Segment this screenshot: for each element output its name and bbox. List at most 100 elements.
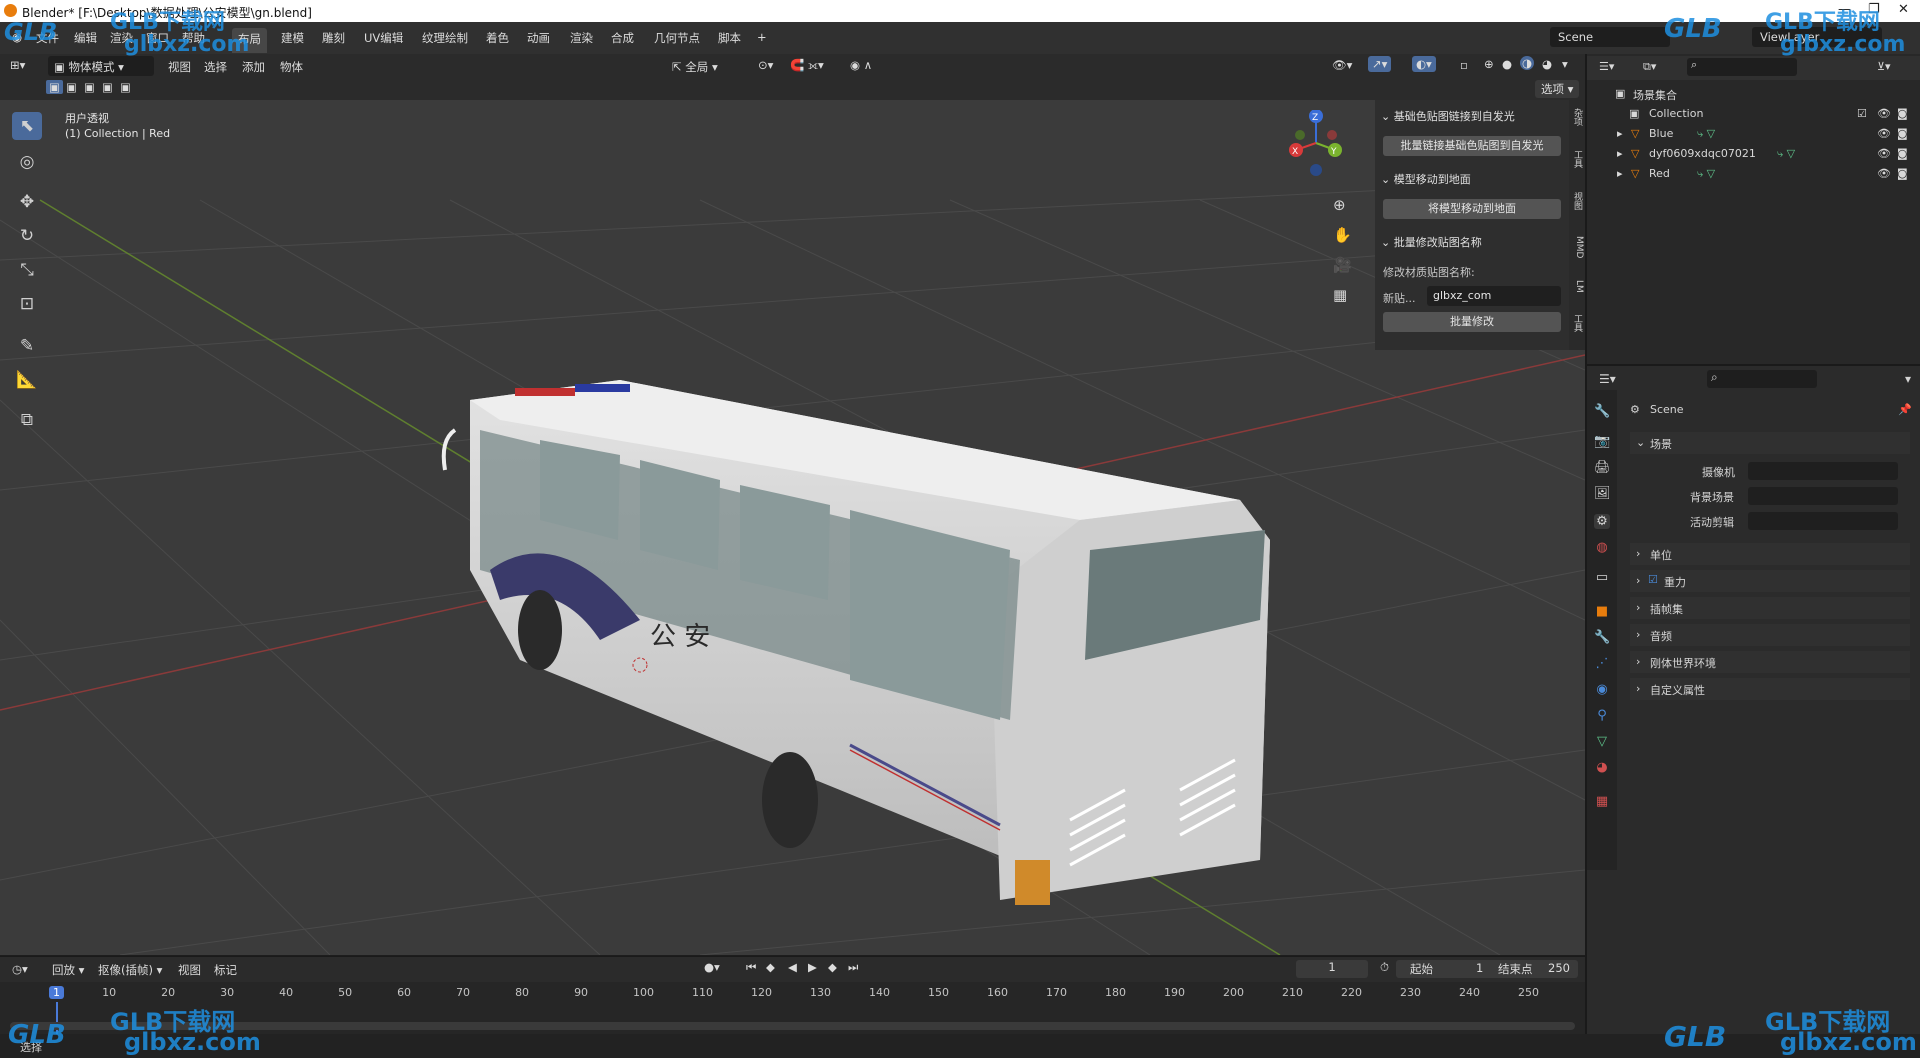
workspace-tab-rendering[interactable]: 渲染 [570,30,593,46]
xray-icon[interactable]: ▫ [1460,58,1468,72]
select-box-tool-icon[interactable]: ⬉ [12,112,42,140]
prev-keyframe-icon[interactable]: ◆ [766,960,775,974]
timeline-area[interactable]: 1 10 20 30 40 50 60 70 80 90 100 110 120 130 140 150 160… [0,982,1585,1034]
camera-icon[interactable]: ◙ [1897,147,1908,160]
snap-icon[interactable]: 🧲 ⟗▾ [790,58,824,73]
menu-view[interactable]: 视图 [168,59,191,75]
particles-props-icon[interactable]: ⋰ [1594,656,1610,671]
sidebar-tab-view[interactable]: 视图 [1570,192,1584,210]
play-reverse-icon[interactable]: ◀ [788,960,797,974]
eye-icon[interactable]: 👁 [1877,107,1891,120]
expand-arrow-icon[interactable]: ▸ [1617,127,1623,140]
properties-search-input[interactable]: ⌕ [1707,370,1817,388]
transform-tool-icon[interactable]: ⊡ [12,290,42,318]
menu-playback[interactable]: 回放 ▾ [52,962,84,978]
camera-icon[interactable]: ◙ [1897,167,1908,180]
material-shading-icon[interactable]: ◑ [1520,56,1535,70]
scene-collection-row[interactable]: ▣ 场景集合 [1587,84,1920,104]
filter-icon[interactable]: ⊻▾ [1877,60,1891,73]
outliner-row-collection[interactable]: ▣ Collection ☑ 👁 ◙ [1587,104,1920,124]
select-new-icon[interactable]: ▣ [46,80,63,94]
select-subtract-icon[interactable]: ▣ [84,80,95,94]
workspace-tab-uv[interactable]: UV编辑 [364,30,403,46]
menu-object[interactable]: 物体 [280,59,303,75]
section-audio[interactable]: › 音频 [1630,624,1910,646]
workspace-tab-compositing[interactable]: 合成 [611,30,634,46]
sidebar-tab-mmd[interactable]: MMD [1570,236,1584,258]
workspace-tab-shading[interactable]: 着色 [486,30,509,46]
outliner-row-red[interactable]: ▸ ▽ Red ⤷ ▽ 👁 ◙ [1587,164,1920,184]
section-units[interactable]: › 单位 [1630,543,1910,565]
add-workspace-button[interactable]: + [757,30,767,44]
link-basecolor-emission-button[interactable]: 批量链接基础色贴图到自发光 [1383,136,1561,156]
select-extend-icon[interactable]: ▣ [66,80,77,94]
start-frame-field[interactable]: 起始 1 [1396,960,1502,978]
gravity-checkbox-icon[interactable]: ☑ [1648,573,1658,586]
texture-props-icon[interactable]: ▦ [1594,794,1610,809]
jump-end-icon[interactable]: ⏭ [848,960,858,975]
workspace-tab-animation[interactable]: 动画 [527,30,550,46]
ortho-grid-icon[interactable]: ▦ [1333,286,1347,304]
material-props-icon[interactable]: ◕ [1594,760,1610,775]
display-mode-icon[interactable]: ⧉▾ [1643,60,1656,74]
menu-marker[interactable]: 标记 [214,962,237,978]
cursor-tool-icon[interactable]: ◎ [12,148,42,176]
annotate-tool-icon[interactable]: ✎ [12,332,42,360]
close-icon[interactable]: ✕ [1898,2,1909,17]
outliner-search-input[interactable]: ⌕ [1687,58,1797,76]
physics-props-icon[interactable]: ◉ [1594,682,1610,697]
sidebar-tab-tool2[interactable]: 工具 [1570,314,1584,332]
constraints-props-icon[interactable]: ⚲ [1594,708,1610,723]
properties-options-icon[interactable]: ▾ [1905,372,1911,386]
view-layer-props-icon[interactable]: 🖼 [1594,486,1611,501]
proportional-edit-icon[interactable]: ◉ ∧ [850,58,872,72]
shading-options-icon[interactable]: ▾ [1562,57,1568,71]
data-props-icon[interactable]: ▽ [1594,734,1610,749]
section-rigid-body[interactable]: › 刚体世界环境 [1630,651,1910,673]
background-scene-field[interactable] [1748,487,1898,505]
modifier-props-icon[interactable]: 🔧 [1594,630,1610,645]
object-props-icon[interactable]: ■ [1594,604,1610,619]
camera-icon[interactable]: ◙ [1897,107,1908,120]
overlay-toggle-icon[interactable]: ◐▾ [1412,56,1436,72]
sidebar-tab-lm[interactable]: LM [1570,280,1584,293]
scene-panel-header[interactable]: ⌄ 场景 [1630,432,1910,454]
scene-selector[interactable]: Scene [1550,27,1670,47]
solid-shading-icon[interactable]: ● [1502,57,1512,71]
output-props-icon[interactable]: 🖨 [1594,460,1611,475]
section-custom-props[interactable]: › 自定义属性 [1630,678,1910,700]
current-frame-field[interactable]: 1 [1296,960,1368,978]
visibility-icon[interactable]: 👁▾ [1332,58,1352,72]
menu-edit[interactable]: 编辑 [74,30,97,46]
tool-props-icon[interactable]: 🔧 [1594,404,1610,419]
move-to-ground-button[interactable]: 将模型移动到地面 [1383,199,1561,219]
orientation-selector[interactable]: ⇱ 全局 ▾ [672,59,718,75]
eye-icon[interactable]: 👁 [1877,167,1891,180]
pan-hand-icon[interactable]: ✋ [1333,226,1352,244]
render-props-icon[interactable]: 📷 [1594,434,1610,449]
pin-icon[interactable]: 📌 [1898,403,1912,416]
sidebar-tab-misc[interactable]: 杂项 [1570,108,1584,126]
menu-timeline-view[interactable]: 视图 [178,962,201,978]
gizmo-toggle-icon[interactable]: ↗▾ [1368,56,1392,72]
workspace-tab-sculpt[interactable]: 雕刻 [322,30,345,46]
measure-tool-icon[interactable]: 📐 [12,366,42,394]
move-tool-icon[interactable]: ✥ [12,188,42,216]
batch-rename-button[interactable]: 批量修改 [1383,312,1561,332]
world-props-icon[interactable]: ◍ [1594,540,1610,555]
eye-icon[interactable]: 👁 [1877,127,1891,140]
outliner-row-dyf[interactable]: ▸ ▽ dyf0609xdqc07021 ⤷ ▽ 👁 ◙ [1587,144,1920,164]
expand-arrow-icon[interactable]: ▸ [1617,147,1623,160]
new-name-input[interactable]: glbxz_com [1427,286,1561,306]
workspace-tab-modeling[interactable]: 建模 [281,30,304,46]
sidebar-tab-tool[interactable]: 工具 [1570,150,1584,168]
checkbox-icon[interactable]: ☑ [1857,107,1867,120]
timeline-editor-icon[interactable]: ◷▾ [12,962,28,976]
camera-view-icon[interactable]: 🎥 [1333,256,1352,274]
select-invert-icon[interactable]: ▣ [102,80,113,94]
police-bus-model[interactable] [441,380,1270,905]
section-rename-header[interactable]: ⌄ 批量修改贴图名称 [1381,234,1482,250]
wireframe-shading-icon[interactable]: ⊕ [1484,57,1494,71]
next-keyframe-icon[interactable]: ◆ [828,960,837,974]
pivot-icon[interactable]: ⊙▾ [758,58,773,72]
